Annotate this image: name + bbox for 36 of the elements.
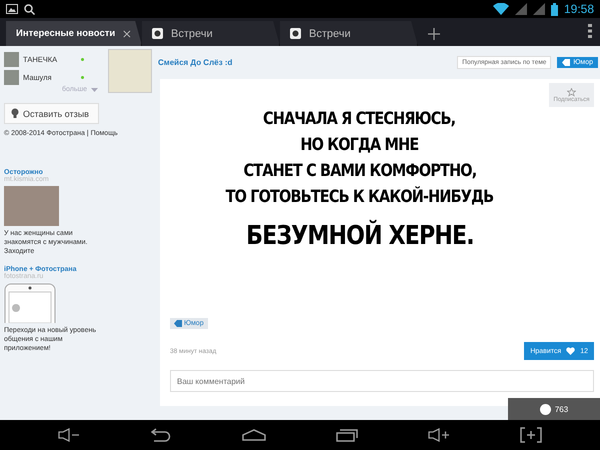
close-icon[interactable]	[123, 28, 131, 38]
signal-icon	[514, 3, 527, 15]
heart-icon	[566, 347, 576, 355]
clock-time: 19:58	[564, 2, 594, 16]
signal-icon	[532, 3, 545, 15]
gallery-icon	[6, 4, 18, 14]
star-icon	[567, 88, 576, 96]
feedback-button[interactable]: Оставить отзыв	[4, 103, 99, 124]
meme-caption: ТО ГОТОВЬТЕСЬ К КАКОЙ-НИБУДЬ	[226, 187, 494, 207]
caret-icon	[91, 88, 98, 92]
meme-caption: СНАЧАЛА Я СТЕСНЯЮСЬ,	[263, 109, 456, 129]
avatar-picture[interactable]	[4, 70, 19, 84]
meme-caption: БЕЗУМНОЙ ХЕРНЕ.	[246, 221, 474, 251]
battery-icon	[550, 2, 558, 16]
avatar-picture[interactable]	[4, 52, 19, 66]
tag-icon	[174, 320, 182, 327]
home-icon[interactable]	[242, 429, 266, 441]
meme-caption: НО КОГДА МНЕ	[300, 135, 418, 155]
wifi-icon	[492, 3, 509, 15]
tag-icon	[562, 59, 570, 66]
volume-up-icon[interactable]	[428, 428, 450, 442]
overflow-menu-icon[interactable]	[588, 24, 592, 38]
browser-tab[interactable]: Встречи	[142, 21, 280, 46]
browser-tab[interactable]: Интересные новости	[6, 21, 142, 46]
messages-badge[interactable]: 763	[508, 398, 600, 420]
back-icon[interactable]	[150, 428, 172, 442]
comment-field[interactable]: Ваш комментарий	[170, 370, 594, 392]
author-name[interactable]: Смейся До Слёз :d	[158, 58, 232, 67]
search-icon	[24, 4, 35, 14]
recent-apps-icon[interactable]	[336, 428, 358, 442]
lightbulb-icon	[11, 108, 19, 119]
volume-down-icon[interactable]	[58, 428, 80, 442]
meme-caption: СТАНЕТ С ВАМИ КОМФОРТНО,	[243, 161, 476, 181]
browser-tab[interactable]: Встречи	[280, 21, 418, 46]
screenshot-icon[interactable]	[520, 427, 542, 443]
new-tab-icon[interactable]	[428, 28, 440, 40]
